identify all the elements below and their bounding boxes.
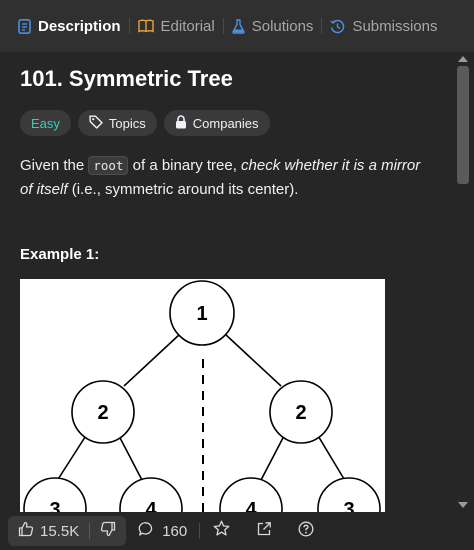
- difficulty-badge: Easy: [20, 110, 71, 136]
- tab-description[interactable]: Description: [18, 18, 121, 35]
- lock-icon: [175, 114, 187, 132]
- node-value: 3: [49, 499, 60, 512]
- scroll-down-arrow-icon[interactable]: [458, 502, 468, 508]
- node-value: 4: [145, 499, 157, 512]
- companies-button[interactable]: Companies: [163, 110, 270, 136]
- comments-button[interactable]: 160: [126, 516, 199, 546]
- problem-title: 101. Symmetric Tree: [20, 66, 233, 91]
- tab-submissions[interactable]: Submissions: [330, 18, 437, 35]
- statement-text: Given the: [20, 157, 89, 174]
- tab-editorial[interactable]: Editorial: [137, 17, 215, 35]
- binary-tree-diagram: 1 2 2 3 4 4 3: [23, 280, 381, 512]
- topics-label: Topics: [108, 115, 146, 131]
- book-icon: [137, 19, 154, 33]
- like-count: 15.5K: [40, 522, 80, 540]
- tree-node-right: 2: [269, 380, 333, 444]
- tree-node-root: 1: [169, 280, 235, 346]
- tab-divider: [222, 18, 224, 34]
- statement-text: of a binary tree,: [128, 157, 242, 174]
- external-link-icon: [256, 521, 272, 542]
- node-value: 2: [97, 402, 108, 424]
- scroll-thumb[interactable]: [457, 66, 469, 184]
- share-button[interactable]: [243, 516, 285, 546]
- tab-label: Solutions: [251, 17, 314, 35]
- node-value: 4: [245, 499, 257, 512]
- tab-divider: [128, 18, 130, 34]
- tag-icon: [89, 115, 103, 132]
- node-value: 2: [295, 402, 306, 424]
- tree-node-right-left: 4: [219, 477, 283, 512]
- node-value: 1: [196, 303, 207, 325]
- tab-label: Description: [38, 17, 121, 35]
- tab-label: Submissions: [352, 17, 438, 35]
- topics-button[interactable]: Topics: [77, 110, 157, 136]
- tab-label: Editorial: [160, 17, 215, 35]
- node-value: 3: [343, 499, 354, 512]
- flask-icon: [231, 18, 245, 34]
- tree-node-left-left: 3: [23, 477, 87, 512]
- example-tree-image: 1 2 2 3 4 4 3: [20, 279, 385, 512]
- tree-node-right-right: 3: [317, 477, 381, 512]
- statement-text: (i.e., symmetric around its center).: [67, 181, 299, 198]
- like-button[interactable]: 15.5K: [8, 516, 89, 546]
- example-heading: Example 1:: [20, 246, 100, 263]
- star-icon: [213, 520, 230, 542]
- favorite-button[interactable]: [200, 516, 243, 546]
- companies-label: Companies: [192, 115, 259, 131]
- history-icon: [330, 19, 345, 34]
- help-button[interactable]: [285, 516, 327, 546]
- thumbs-down-icon: [100, 521, 116, 541]
- problem-description-panel: 101. Symmetric Tree Easy Topics Companie…: [0, 52, 452, 512]
- tree-node-left: 2: [71, 380, 135, 444]
- dislike-button[interactable]: [90, 516, 126, 546]
- tab-divider: [321, 18, 323, 34]
- vertical-scrollbar[interactable]: [452, 52, 474, 512]
- problem-statement: Given the root of a binary tree, check w…: [20, 154, 432, 202]
- description-icon: [18, 18, 31, 34]
- thumbs-up-icon: [18, 521, 34, 541]
- question-circle-icon: [298, 521, 314, 542]
- scroll-up-arrow-icon[interactable]: [458, 56, 468, 62]
- vote-group: 15.5K: [8, 516, 127, 546]
- inline-code: root: [88, 156, 129, 175]
- badge-row: Easy Topics Companies: [20, 110, 432, 136]
- tree-node-left-right: 4: [119, 477, 183, 512]
- comment-icon: [138, 521, 154, 541]
- comment-count: 160: [162, 522, 188, 540]
- action-bar: 15.5K 160: [0, 512, 474, 550]
- difficulty-label: Easy: [31, 115, 60, 131]
- tab-solutions[interactable]: Solutions: [231, 17, 314, 35]
- tab-bar: Description Editorial Solutions Submissi…: [0, 0, 474, 52]
